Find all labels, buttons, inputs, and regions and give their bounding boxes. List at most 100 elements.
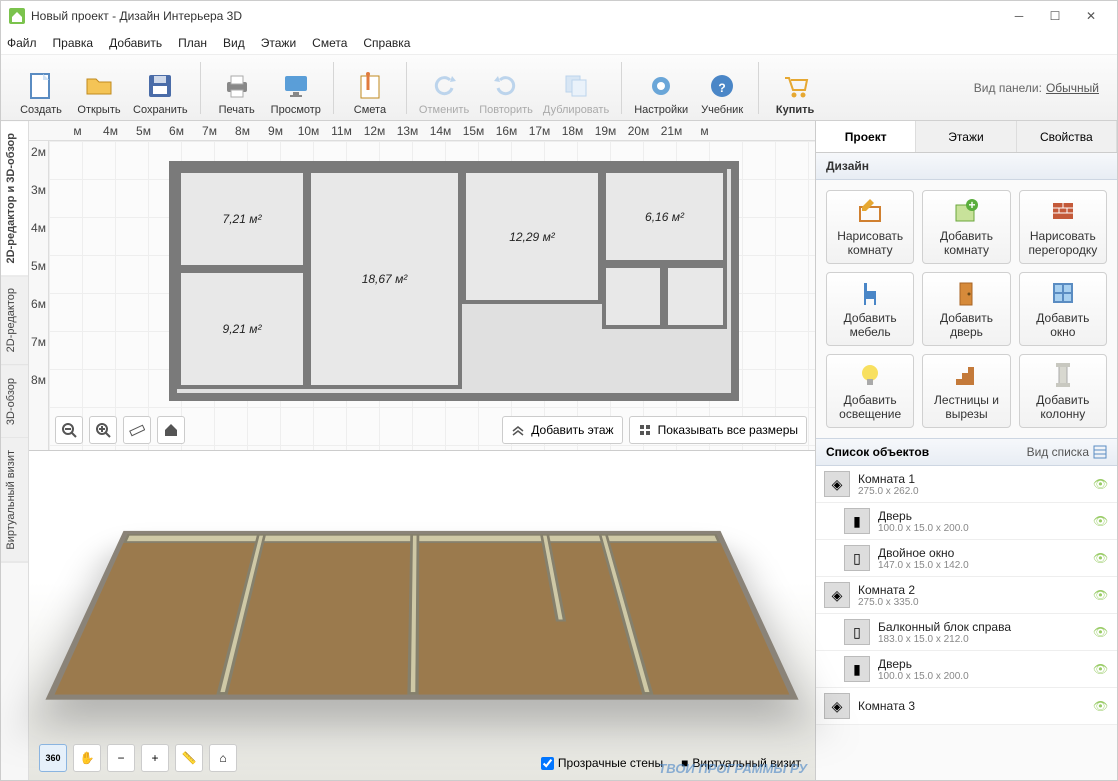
menu-add[interactable]: Добавить — [109, 36, 162, 50]
help-icon: ? — [706, 70, 738, 102]
panel-mode-link[interactable]: Обычный — [1046, 81, 1099, 95]
menu-estimate[interactable]: Смета — [312, 36, 347, 50]
design-section-header: Дизайн — [816, 153, 1117, 180]
duplicate-button[interactable]: Дублировать — [539, 58, 613, 118]
object-item[interactable]: ▮Дверь100.0 x 15.0 x 200.0👁 — [816, 651, 1117, 688]
buy-button[interactable]: Купить — [767, 58, 823, 118]
home-button[interactable] — [157, 416, 185, 444]
add-furniture-button[interactable]: Добавитьмебель — [826, 272, 914, 346]
view-3d[interactable]: 360 ✋ − + 📏 ⌂ Прозрачные стены ■Виртуаль… — [29, 450, 815, 780]
menu-floors[interactable]: Этажи — [261, 36, 296, 50]
settings-button[interactable]: Настройки — [630, 58, 692, 118]
menu-file[interactable]: Файл — [7, 36, 37, 50]
object-list[interactable]: ◈Комната 1275.0 x 262.0👁▮Дверь100.0 x 15… — [816, 466, 1117, 780]
room-3[interactable]: 12,29 м² — [462, 169, 602, 304]
svg-text:?: ? — [718, 81, 725, 95]
stairs-icon — [952, 361, 980, 389]
create-button[interactable]: Создать — [13, 58, 69, 118]
draw-room-button[interactable]: Нарисоватькомнату — [826, 190, 914, 264]
printer-icon — [221, 70, 253, 102]
door-icon — [952, 279, 980, 307]
menu-plan[interactable]: План — [178, 36, 207, 50]
zoom-out-3d-button[interactable]: − — [107, 744, 135, 772]
print-button[interactable]: Печать — [209, 58, 265, 118]
add-window-button[interactable]: Добавитьокно — [1019, 272, 1107, 346]
transparent-walls-checkbox[interactable]: Прозрачные стены — [541, 756, 663, 770]
notepad-icon — [354, 70, 386, 102]
close-button[interactable]: ✕ — [1073, 2, 1109, 30]
visibility-icon[interactable]: 👁 — [1093, 699, 1109, 713]
main-toolbar: Создать Открыть Сохранить Печать Просмот… — [1, 55, 1117, 121]
add-room-button[interactable]: +Добавитькомнату — [922, 190, 1010, 264]
room-4[interactable]: 6,16 м² — [602, 169, 727, 264]
visibility-icon[interactable]: 👁 — [1093, 625, 1109, 639]
object-item[interactable]: ▮Дверь100.0 x 15.0 x 200.0👁 — [816, 503, 1117, 540]
draw-partition-button[interactable]: Нарисоватьперегородку — [1019, 190, 1107, 264]
svg-text:+: + — [969, 198, 976, 212]
room-2[interactable]: 18,67 м² — [307, 169, 462, 389]
room-icon: ◈ — [824, 582, 850, 608]
menubar: Файл Правка Добавить План Вид Этажи Смет… — [1, 31, 1117, 55]
add-lighting-button[interactable]: Добавитьосвещение — [826, 354, 914, 428]
tab-properties[interactable]: Свойства — [1017, 121, 1117, 152]
redo-button[interactable]: Повторить — [475, 58, 537, 118]
window-title: Новый проект - Дизайн Интерьера 3D — [31, 9, 1001, 23]
menu-view[interactable]: Вид — [223, 36, 245, 50]
bulb-icon — [856, 361, 884, 389]
tab-project[interactable]: Проект — [816, 121, 916, 152]
visibility-icon[interactable]: 👁 — [1093, 477, 1109, 491]
show-dims-button[interactable]: Показывать все размеры — [629, 416, 807, 444]
view3d-toolbar: 360 ✋ − + 📏 ⌂ — [39, 744, 237, 772]
visibility-icon[interactable]: 👁 — [1093, 551, 1109, 565]
tab-virtual[interactable]: Виртуальный визит — [1, 438, 28, 563]
tab-floors[interactable]: Этажи — [916, 121, 1016, 152]
tab-3d[interactable]: 3D-обзор — [1, 366, 28, 438]
room-1[interactable]: 7,21 м² — [177, 169, 307, 269]
room-small-1[interactable] — [602, 264, 664, 329]
redo-icon — [490, 70, 522, 102]
estimate-button[interactable]: Смета — [342, 58, 398, 118]
menu-edit[interactable]: Правка — [53, 36, 94, 50]
model-3d — [45, 531, 798, 700]
add-door-button[interactable]: Добавитьдверь — [922, 272, 1010, 346]
room-small-2[interactable] — [664, 264, 727, 329]
door-icon: ▮ — [844, 508, 870, 534]
measure-button[interactable] — [123, 416, 151, 444]
measure-3d-button[interactable]: 📏 — [175, 744, 203, 772]
tab-2d-3d[interactable]: 2D-редактор и 3D-обзор — [1, 121, 28, 276]
app-icon — [9, 8, 25, 24]
object-item[interactable]: ▯Балконный блок справа183.0 x 15.0 x 212… — [816, 614, 1117, 651]
folder-icon — [83, 70, 115, 102]
add-floor-button[interactable]: Добавить этаж — [502, 416, 622, 444]
pencil-room-icon — [856, 197, 884, 225]
object-item[interactable]: ◈Комната 2275.0 x 335.0👁 — [816, 577, 1117, 614]
visibility-icon[interactable]: 👁 — [1093, 662, 1109, 676]
object-item[interactable]: ◈Комната 1275.0 x 262.0👁 — [816, 466, 1117, 503]
room-5[interactable]: 9,21 м² — [177, 269, 307, 389]
save-button[interactable]: Сохранить — [129, 58, 192, 118]
tab-2d[interactable]: 2D-редактор — [1, 276, 28, 365]
add-column-button[interactable]: Добавитьколонну — [1019, 354, 1107, 428]
rotate360-button[interactable]: 360 — [39, 744, 67, 772]
zoom-in-3d-button[interactable]: + — [141, 744, 169, 772]
tutorial-button[interactable]: ?Учебник — [694, 58, 750, 118]
pan-button[interactable]: ✋ — [73, 744, 101, 772]
menu-help[interactable]: Справка — [363, 36, 410, 50]
window-controls: ─ ☐ ✕ — [1001, 2, 1109, 30]
floor-plan-canvas[interactable]: 7,21 м² 18,67 м² 12,29 м² 6,16 м² 9,21 м… — [49, 141, 815, 450]
zoom-out-button[interactable] — [55, 416, 83, 444]
visibility-icon[interactable]: 👁 — [1093, 514, 1109, 528]
object-item[interactable]: ▯Двойное окно147.0 x 15.0 x 142.0👁 — [816, 540, 1117, 577]
stairs-button[interactable]: Лестницы ивырезы — [922, 354, 1010, 428]
home-3d-button[interactable]: ⌂ — [209, 744, 237, 772]
zoom-in-button[interactable] — [89, 416, 117, 444]
maximize-button[interactable]: ☐ — [1037, 2, 1073, 30]
undo-button[interactable]: Отменить — [415, 58, 473, 118]
chair-icon — [856, 279, 884, 307]
preview-button[interactable]: Просмотр — [267, 58, 325, 118]
visibility-icon[interactable]: 👁 — [1093, 588, 1109, 602]
object-item[interactable]: ◈Комната 3👁 — [816, 688, 1117, 725]
minimize-button[interactable]: ─ — [1001, 2, 1037, 30]
list-view-mode[interactable]: Вид списка — [1027, 445, 1107, 459]
open-button[interactable]: Открыть — [71, 58, 127, 118]
